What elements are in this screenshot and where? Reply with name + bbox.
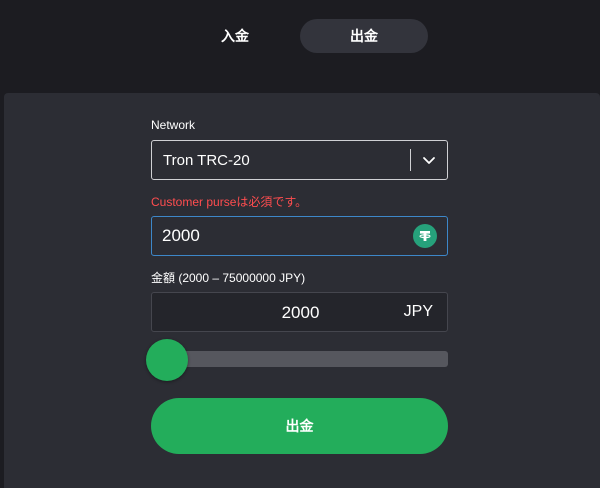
amount-input[interactable]: 2000 JPY [151, 292, 448, 332]
amount-slider-track[interactable] [164, 351, 448, 367]
network-label: Network [151, 118, 196, 132]
tab-deposit[interactable]: 入金 [171, 19, 299, 53]
tether-icon [413, 224, 437, 248]
customer-purse-value: 2000 [162, 226, 200, 245]
customer-purse-input[interactable]: 2000 [151, 216, 448, 256]
tab-withdraw[interactable]: 出金 [300, 19, 428, 53]
amount-currency: JPY [403, 303, 433, 320]
amount-label: 金額 (2000 – 75000000 JPY) [151, 271, 306, 285]
withdraw-submit-button[interactable]: 出金 [151, 398, 448, 454]
chevron-down-icon[interactable] [411, 141, 447, 179]
top-bar: 入金 出金 [0, 0, 600, 93]
amount-slider-thumb[interactable] [146, 339, 188, 381]
error-message: Customer purseは必須です。 [151, 195, 308, 209]
network-select-value: Tron TRC-20 [163, 151, 250, 169]
network-select[interactable]: Tron TRC-20 [151, 140, 448, 180]
